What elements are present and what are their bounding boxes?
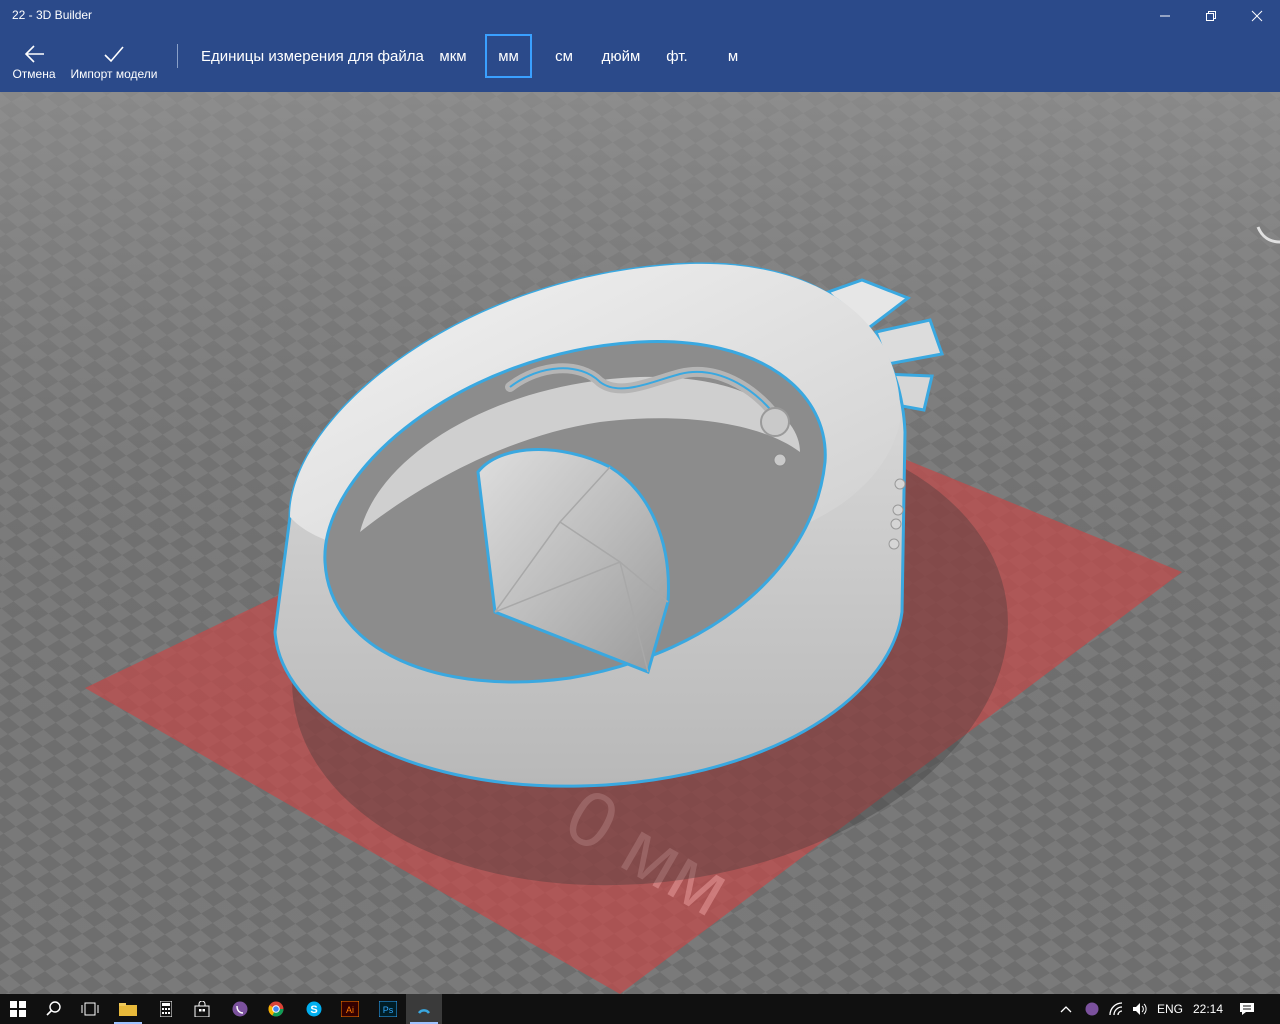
skype-icon: S	[306, 1001, 322, 1017]
cancel-button[interactable]: Отмена	[8, 32, 60, 92]
taskbar: S Ai Ps ENG 22:14	[0, 994, 1280, 1024]
volume-button[interactable]	[1128, 994, 1152, 1024]
import-toolbar: Отмена Импорт модели Единицы измерения д…	[0, 32, 1280, 92]
svg-text:Ai: Ai	[346, 1005, 354, 1015]
task-view-button[interactable]	[72, 994, 108, 1024]
file-explorer-button[interactable]	[110, 994, 146, 1024]
folder-icon	[119, 1003, 137, 1016]
start-button[interactable]	[0, 994, 36, 1024]
illustrator-icon: Ai	[341, 1001, 359, 1017]
close-button[interactable]	[1234, 0, 1280, 32]
search-icon	[46, 1001, 61, 1016]
checkmark-icon	[104, 46, 124, 63]
viber-icon	[1085, 1002, 1099, 1016]
units-label: Единицы измерения для файла	[201, 48, 424, 65]
photoshop-icon: Ps	[379, 1001, 397, 1017]
notification-icon	[1240, 1003, 1254, 1015]
close-icon	[1251, 10, 1263, 22]
minimize-button[interactable]	[1142, 0, 1188, 32]
unit-option-label: мкм	[439, 47, 467, 65]
3d-viewport[interactable]: 0 мм	[0, 92, 1280, 994]
scene-canvas[interactable]: 0 мм	[0, 92, 1280, 994]
toolbar-separator	[177, 44, 178, 68]
unit-option-um[interactable]: мкм	[430, 34, 476, 78]
speaker-icon	[1133, 1003, 1147, 1015]
input-language[interactable]: ENG	[1157, 1002, 1183, 1016]
unit-option-ft[interactable]: фт.	[656, 34, 698, 78]
ring-bead	[773, 453, 787, 467]
viber-icon	[232, 1001, 248, 1017]
show-hidden-icons-button[interactable]	[1054, 994, 1078, 1024]
restore-button[interactable]	[1188, 0, 1234, 32]
unit-option-m[interactable]: м	[712, 34, 754, 78]
wifi-icon	[1109, 1002, 1123, 1016]
skype-button[interactable]: S	[296, 994, 332, 1024]
ring-bead	[760, 407, 790, 437]
unit-option-inch[interactable]: дюйм	[594, 34, 648, 78]
3d-builder-button[interactable]	[406, 994, 442, 1024]
action-center-button[interactable]	[1232, 994, 1262, 1024]
search-button[interactable]	[36, 994, 72, 1024]
chrome-button[interactable]	[258, 994, 294, 1024]
calculator-icon	[160, 1001, 172, 1017]
unit-option-label: м	[727, 47, 739, 65]
tray-viber[interactable]	[1080, 994, 1104, 1024]
restore-icon	[1206, 11, 1216, 21]
svg-text:Ps: Ps	[383, 1005, 394, 1015]
ring-bead	[892, 504, 904, 516]
chevron-up-icon	[1060, 1006, 1072, 1013]
viber-button[interactable]	[222, 994, 258, 1024]
back-arrow-icon	[24, 45, 44, 63]
title-bar: 22 - 3D Builder	[0, 0, 1280, 32]
minimize-icon	[1160, 15, 1170, 17]
photoshop-button[interactable]: Ps	[370, 994, 406, 1024]
ring-bead	[888, 538, 900, 550]
chrome-icon	[268, 1001, 284, 1017]
ring-bead	[894, 478, 906, 490]
task-view-icon	[81, 1002, 99, 1016]
unit-option-cm[interactable]: см	[543, 34, 585, 78]
import-model-label: Импорт модели	[70, 67, 158, 81]
cancel-label: Отмена	[12, 67, 56, 81]
ring-bead	[890, 518, 902, 530]
windows-logo-icon	[10, 1001, 26, 1017]
network-button[interactable]	[1105, 994, 1129, 1024]
clock[interactable]: 22:14	[1193, 1002, 1223, 1016]
unit-option-label: см	[555, 47, 573, 65]
3d-builder-icon	[417, 1009, 431, 1014]
window-title: 22 - 3D Builder	[12, 8, 93, 22]
store-bag-icon	[194, 1001, 210, 1017]
illustrator-button[interactable]: Ai	[332, 994, 368, 1024]
unit-option-label: дюйм	[601, 47, 641, 65]
svg-text:S: S	[310, 1004, 317, 1016]
store-button[interactable]	[184, 994, 220, 1024]
unit-option-mm[interactable]: мм	[485, 34, 532, 78]
calculator-button[interactable]	[148, 994, 184, 1024]
unit-option-label: фт.	[666, 47, 688, 65]
unit-option-label: мм	[498, 47, 519, 65]
import-model-button[interactable]: Импорт модели	[66, 32, 162, 92]
